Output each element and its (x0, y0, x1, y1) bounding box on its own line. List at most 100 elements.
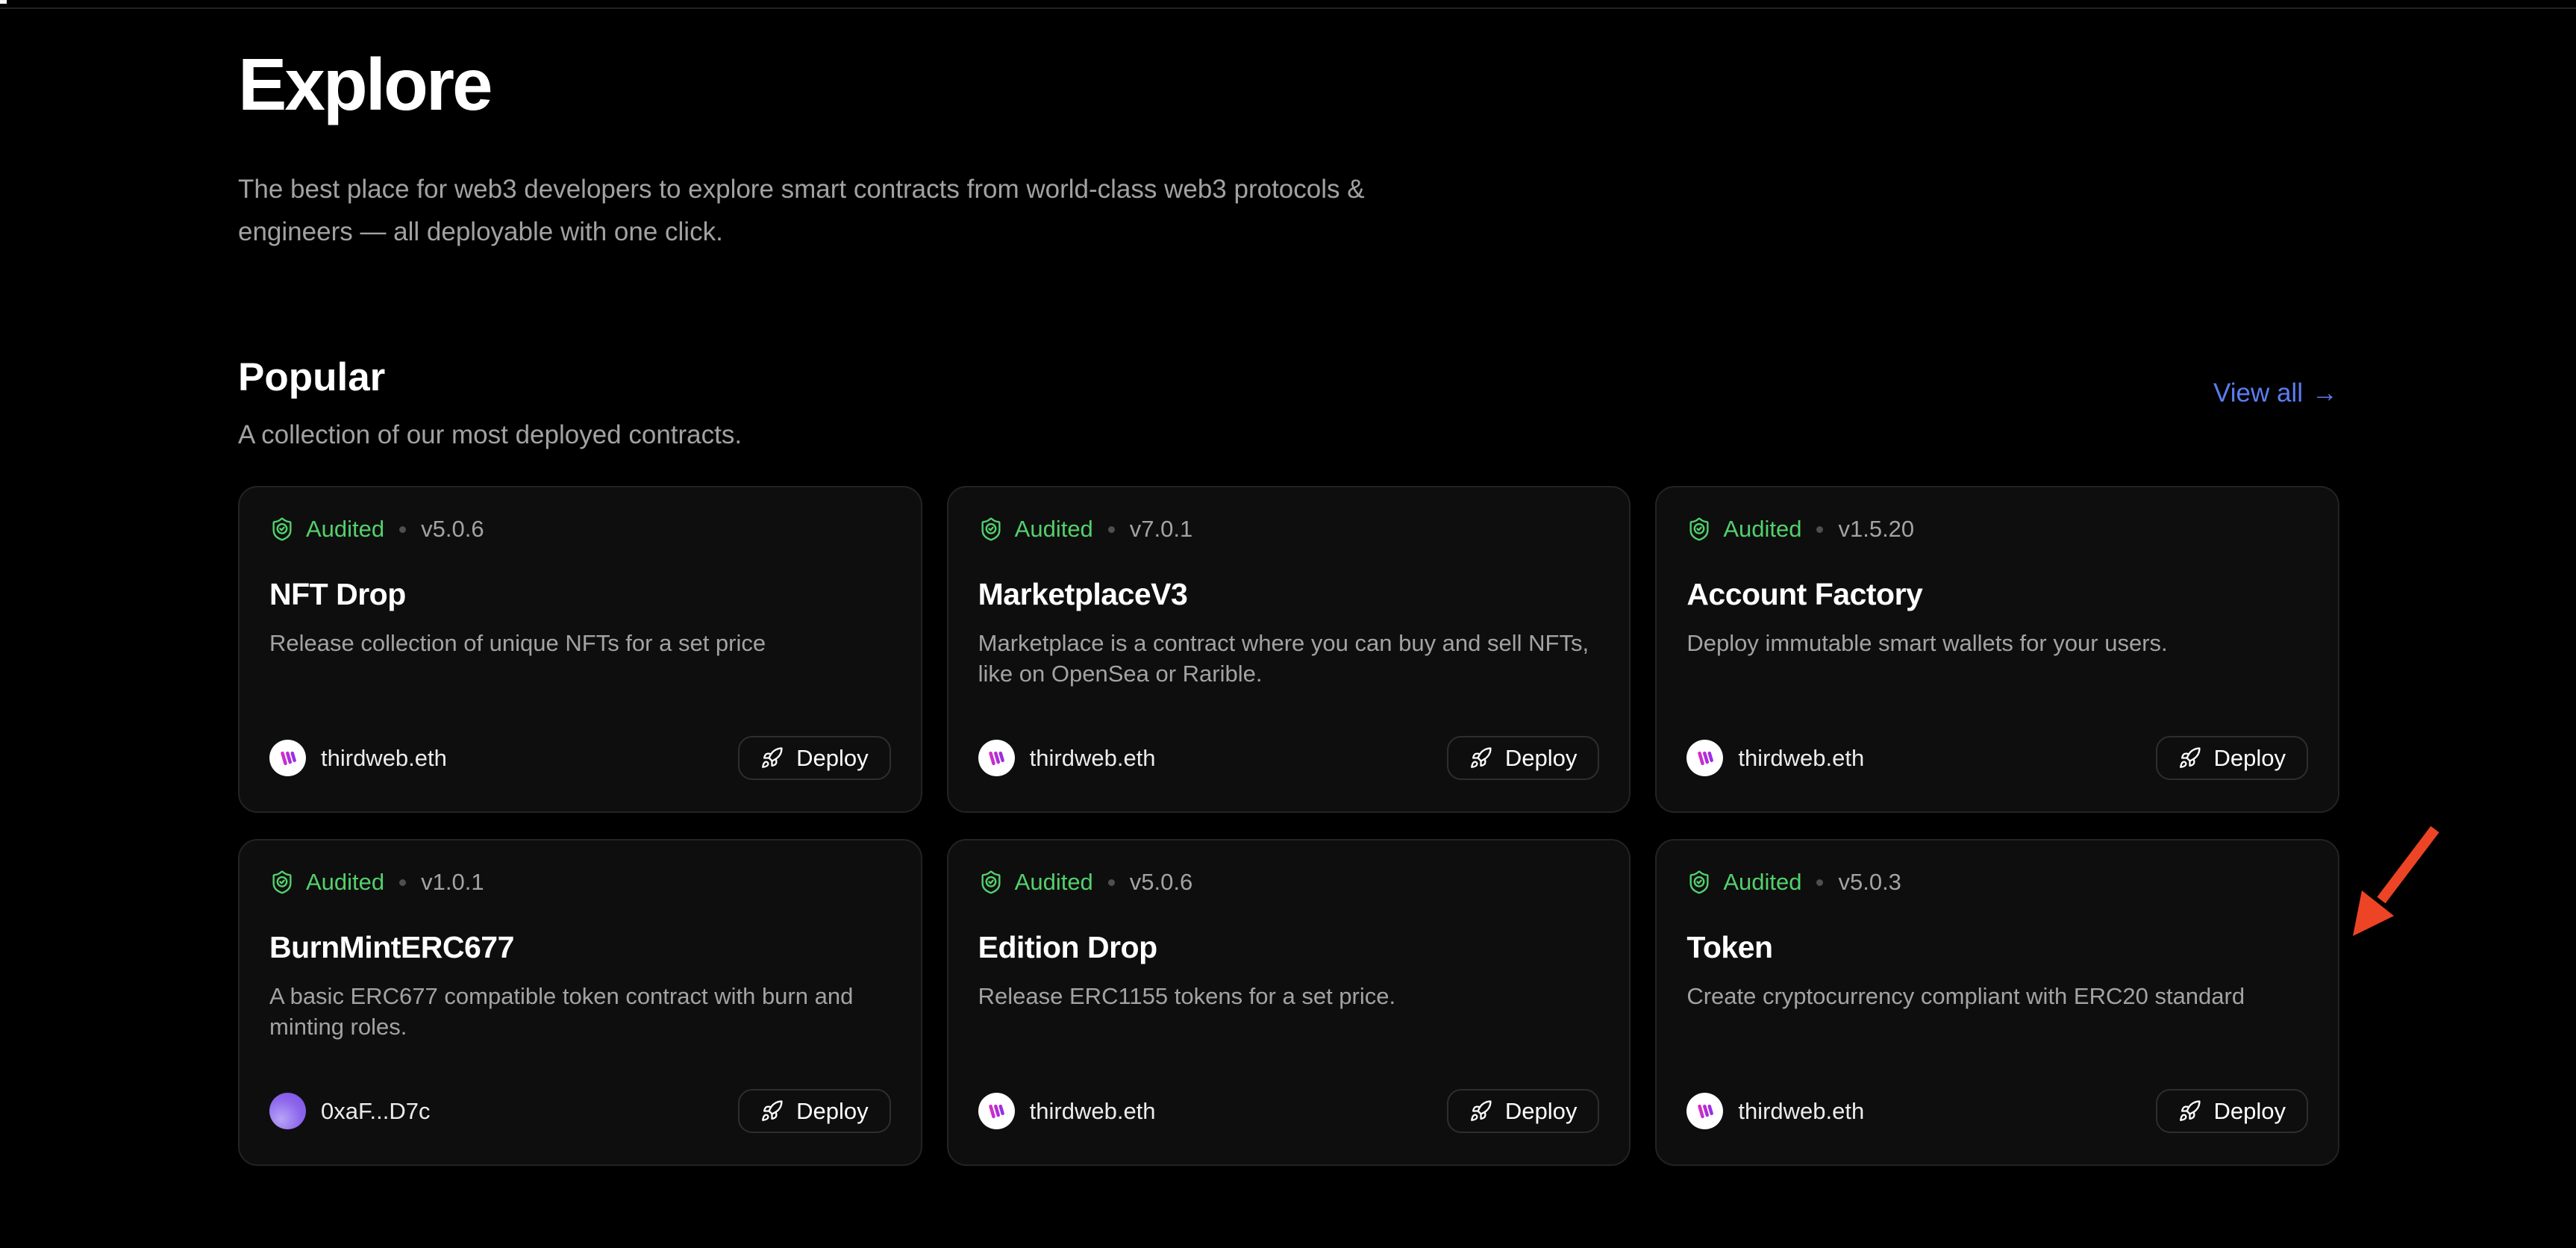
shield-check-icon (1686, 870, 1712, 895)
red-arrow-annotation (2334, 818, 2454, 952)
badge-row: Audited v5.0.6 (269, 516, 891, 543)
contract-description: Create cryptocurrency compliant with ERC… (1686, 982, 2308, 1012)
contract-title: NFT Drop (269, 577, 891, 612)
badge-row: Audited v1.0.1 (269, 869, 891, 896)
contract-description: Deploy immutable smart wallets for your … (1686, 628, 2308, 659)
contract-version: v1.0.1 (421, 869, 484, 896)
contract-description: Marketplace is a contract where you can … (978, 628, 1600, 690)
shield-check-icon (978, 870, 1004, 895)
card-top: Audited v5.0.6 Edition Drop Release ERC1… (978, 869, 1600, 1012)
contract-version: v7.0.1 (1130, 516, 1192, 543)
card-footer: thirdweb.eth Deploy (978, 736, 1600, 780)
deploy-button[interactable]: Deploy (1447, 736, 1600, 780)
card-top: Audited v1.0.1 BurnMintERC677 A basic ER… (269, 869, 891, 1043)
contract-description: Release ERC1155 tokens for a set price. (978, 982, 1600, 1012)
badge-row: Audited v7.0.1 (978, 516, 1600, 543)
card-footer: thirdweb.eth Deploy (1686, 736, 2308, 780)
rocket-icon (760, 1099, 784, 1123)
rocket-icon (2178, 1099, 2201, 1123)
dot-separator (1816, 879, 1823, 886)
popular-section-subtitle: A collection of our most deployed contra… (238, 420, 2339, 450)
audited-badge: Audited (1015, 869, 1093, 896)
shield-check-icon (269, 517, 295, 542)
badge-row: Audited v5.0.6 (978, 869, 1600, 896)
deploy-button[interactable]: Deploy (2156, 1089, 2309, 1133)
popular-section-header: Popular A collection of our most deploye… (238, 356, 2339, 450)
scrollbar-fragment (0, 0, 7, 4)
audited-badge: Audited (306, 516, 384, 543)
publisher-name: thirdweb.eth (1030, 1098, 1156, 1125)
deploy-button[interactable]: Deploy (738, 736, 891, 780)
thirdweb-logo-icon (978, 1093, 1015, 1129)
thirdweb-logo-icon (978, 740, 1015, 776)
deploy-label: Deploy (796, 1098, 869, 1125)
contract-version: v5.0.3 (1838, 869, 1901, 896)
deploy-label: Deploy (2214, 1098, 2286, 1125)
card-top: Audited v7.0.1 MarketplaceV3 Marketplace… (978, 516, 1600, 690)
badge-row: Audited v1.5.20 (1686, 516, 2308, 543)
rocket-icon (760, 746, 784, 770)
publisher-name: thirdweb.eth (321, 745, 447, 772)
contract-card[interactable]: Audited v7.0.1 MarketplaceV3 Marketplace… (947, 486, 1631, 813)
arrow-right-icon: → (2312, 378, 2338, 408)
publisher-link[interactable]: thirdweb.eth (978, 740, 1156, 776)
deploy-label: Deploy (1505, 1098, 1578, 1125)
deploy-label: Deploy (1505, 745, 1578, 772)
thirdweb-logo-icon (1686, 740, 1723, 776)
audited-badge: Audited (1723, 869, 1801, 896)
contract-version: v5.0.6 (1130, 869, 1192, 896)
view-all-link[interactable]: View all → (2213, 378, 2338, 408)
dot-separator (1108, 526, 1115, 533)
contract-card[interactable]: Audited v5.0.6 Edition Drop Release ERC1… (947, 839, 1631, 1166)
publisher-link[interactable]: thirdweb.eth (978, 1093, 1156, 1129)
thirdweb-logo-icon (1686, 1093, 1723, 1129)
card-footer: thirdweb.eth Deploy (1686, 1089, 2308, 1133)
publisher-name: 0xaF...D7c (321, 1098, 430, 1125)
dot-separator (399, 879, 406, 886)
shield-check-icon (269, 870, 295, 895)
rocket-icon (1469, 1099, 1492, 1123)
contract-title: MarketplaceV3 (978, 577, 1600, 612)
deploy-label: Deploy (796, 745, 869, 772)
contract-cards-grid: Audited v5.0.6 NFT Drop Release collecti… (238, 486, 2339, 1166)
publisher-name: thirdweb.eth (1030, 745, 1156, 772)
card-footer: thirdweb.eth Deploy (269, 736, 891, 780)
publisher-link[interactable]: thirdweb.eth (1686, 740, 1864, 776)
audited-badge: Audited (1015, 516, 1093, 543)
card-top: Audited v1.5.20 Account Factory Deploy i… (1686, 516, 2308, 659)
dot-separator (1816, 526, 1823, 533)
dot-separator (399, 526, 406, 533)
contract-title: Token (1686, 930, 2308, 965)
contract-description: A basic ERC677 compatible token contract… (269, 982, 891, 1043)
deploy-button[interactable]: Deploy (2156, 736, 2309, 780)
publisher-name: thirdweb.eth (1738, 745, 1864, 772)
publisher-link[interactable]: 0xaF...D7c (269, 1093, 430, 1129)
contract-version: v5.0.6 (421, 516, 484, 543)
contract-title: Account Factory (1686, 577, 2308, 612)
dot-separator (1108, 879, 1115, 886)
contract-description: Release collection of unique NFTs for a … (269, 628, 891, 659)
popular-section-title: Popular (238, 356, 2339, 399)
contract-title: Edition Drop (978, 930, 1600, 965)
deploy-button[interactable]: Deploy (1447, 1089, 1600, 1133)
contract-card[interactable]: Audited v5.0.6 NFT Drop Release collecti… (238, 486, 922, 813)
audited-badge: Audited (1723, 516, 1801, 543)
contract-card[interactable]: Audited v1.0.1 BurnMintERC677 A basic ER… (238, 839, 922, 1166)
publisher-link[interactable]: thirdweb.eth (269, 740, 447, 776)
view-all-label: View all (2213, 378, 2303, 408)
explore-page: Explore The best place for web3 develope… (238, 0, 2339, 1166)
contract-card[interactable]: Audited v1.5.20 Account Factory Deploy i… (1655, 486, 2339, 813)
purple-avatar (269, 1093, 306, 1129)
publisher-name: thirdweb.eth (1738, 1098, 1864, 1125)
card-footer: thirdweb.eth Deploy (978, 1089, 1600, 1133)
deploy-button[interactable]: Deploy (738, 1089, 891, 1133)
thirdweb-logo-icon (269, 740, 306, 776)
contract-title: BurnMintERC677 (269, 930, 891, 965)
page-subtitle: The best place for web3 developers to ex… (238, 168, 1365, 253)
contract-card[interactable]: Audited v5.0.3 Token Create cryptocurren… (1655, 839, 2339, 1166)
publisher-link[interactable]: thirdweb.eth (1686, 1093, 1864, 1129)
page-title: Explore (238, 46, 2339, 123)
audited-badge: Audited (306, 869, 384, 896)
shield-check-icon (1686, 517, 1712, 542)
card-top: Audited v5.0.6 NFT Drop Release collecti… (269, 516, 891, 659)
